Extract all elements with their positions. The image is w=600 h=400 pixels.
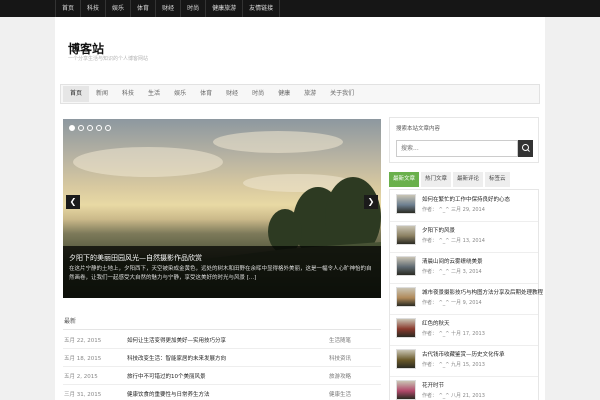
post-thumbnail[interactable] [396,287,416,307]
sidebar-post-item: 清晨山间的云雾缭绕美景 作者： ^_^ 二月 3, 2014 [390,252,538,284]
post-thumbnail[interactable] [396,225,416,245]
sidebar-post-title[interactable]: 清晨山间的云雾缭绕美景 [422,257,483,265]
page-wrapper: 博客站 一个分享生活与知识的个人博客网站 首页 新闻 科技 生活 娱乐 体育 财经 时尚 健康旅… [55,17,545,400]
sidebar-post-meta: 作者： ^_^ 三月 29, 2014 [422,207,485,213]
search-widget: 搜索本站文章内容 [389,117,539,163]
latest-heading: 最新 [64,318,77,325]
sidebar-post-list: 如何在繁忙的工作中保持良好的心态 作者： ^_^ 三月 29, 2014 夕阳下的风… [389,189,543,400]
sidebar-tab[interactable]: 最新评论 [453,172,484,187]
slider-prev-button[interactable]: ❮ [66,195,80,209]
post-row: 五月 18, 2015 科技改变生活：智能家居的未来发展方向 科技资讯 [63,348,381,367]
menu-item[interactable]: 新闻 [89,86,115,102]
post-thumbnail[interactable] [396,380,416,400]
slider-dot[interactable] [96,125,102,131]
top-nav-item[interactable]: 娱乐 [106,0,132,17]
menu-item[interactable]: 财经 [219,86,245,102]
sidebar-post-item: 古代钱币收藏鉴赏—历史文化传承 作者： ^_^ 九月 15, 2013 [390,345,538,377]
post-thumbnail[interactable] [396,194,416,214]
slide-caption-text: 在这片宁静的土地上，夕阳西下，天空被染成金黄色，远处的树木和田野在余晖中显得格外… [69,266,372,281]
search-widget-title: 搜索本站文章内容 [396,126,441,132]
menu-item[interactable]: 娱乐 [167,86,193,102]
sidebar-post-title[interactable]: 城市夜景摄影技巧与构图方法分享及后期处理教程 [422,288,543,296]
slider-dot[interactable] [69,125,75,131]
menu-item[interactable]: 体育 [193,86,219,102]
menu-item[interactable]: 时尚 [245,86,271,102]
post-title-link[interactable]: 如何让生活变得更加美好—实用技巧分享 [127,336,226,344]
post-thumbnail[interactable] [396,349,416,369]
top-nav-item[interactable]: 首页 [55,0,82,17]
top-nav-item[interactable]: 时尚 [181,0,207,17]
search-input[interactable] [396,140,518,157]
sidebar-post-item: 城市夜景摄影技巧与构图方法分享及后期处理教程 作者： ^_^ 一月 9, 2014 [390,283,543,315]
slide-caption: 夕阳下的美丽田园风光—自然摄影作品欣赏 在这片宁静的土地上，夕阳西下，天空被染成… [63,246,381,298]
featured-slider[interactable]: ❮ ❯ 夕阳下的美丽田园风光—自然摄影作品欣赏 在这片宁静的土地上，夕阳西下，天… [63,119,381,298]
sidebar-post-item: 红色的秋天作者： ^_^ 十月 17, 2013 [390,314,538,346]
search-icon-handle [527,149,530,152]
sidebar-post-item: 夕阳下的风景作者： ^_^ 二月 13, 2014 [390,221,538,253]
top-nav-item[interactable]: 财经 [156,0,182,17]
post-category-link[interactable]: 科技资讯 [329,354,351,362]
sidebar-tab[interactable]: 最新文章 [389,172,420,187]
menu-item[interactable]: 生活 [141,86,167,102]
sidebar-post-title[interactable]: 如何在繁忙的工作中保持良好的心态 [422,195,510,203]
post-category-link[interactable]: 生活随笔 [329,336,351,344]
slider-dots [69,125,111,131]
site-description: 一个分享生活与知识的个人博客网站 [68,56,149,62]
sidebar-post-title[interactable]: 夕阳下的风景 [422,226,455,234]
slider-dot[interactable] [78,125,84,131]
post-date: 三月 31, 2015 [64,392,102,398]
menu-item[interactable]: 旅游 [297,86,323,102]
sidebar-tabs: 最新文章 热门文章 最新评论 标签云 [389,172,510,187]
slide-cloud [73,147,223,177]
post-title-link[interactable]: 旅行中不可错过的10个美丽风景 [127,372,206,380]
sidebar-post-title[interactable]: 红色的秋天 [422,319,450,327]
post-date: 五月 22, 2015 [64,338,102,344]
sidebar-post-title[interactable]: 古代钱币收藏鉴赏—历史文化传承 [422,350,505,358]
sidebar-post-title[interactable]: 花开时节 [422,381,444,389]
menu-item[interactable]: 科技 [115,86,141,102]
menu-item[interactable]: 首页 [63,86,90,102]
post-date: 五月 18, 2015 [64,356,102,362]
post-category-link[interactable]: 健康生活 [329,390,351,398]
slider-next-button[interactable]: ❯ [364,195,378,209]
main-menu: 首页 新闻 科技 生活 娱乐 体育 财经 时尚 健康 旅游 关于我们 [60,84,540,104]
top-nav-item[interactable]: 友情链接 [243,0,281,17]
sidebar-post-meta: 作者： ^_^ 二月 13, 2014 [422,238,485,244]
sidebar-post-meta: 作者： ^_^ 十月 17, 2013 [422,331,485,337]
post-row: 五月 22, 2015 如何让生活变得更加美好—实用技巧分享 生活随笔 [63,330,381,349]
post-category-link[interactable]: 旅游攻略 [329,372,351,380]
post-thumbnail[interactable] [396,318,416,338]
post-thumbnail[interactable] [396,256,416,276]
sidebar-tab[interactable]: 标签云 [485,172,510,187]
sidebar-post-meta: 作者： ^_^ 八月 21, 2013 [422,393,485,399]
top-bar: 首页 科技 娱乐 体育 财经 时尚 健康旅游 友情链接 [0,0,600,17]
post-row: 五月 2, 2015 旅行中不可错过的10个美丽风景 旅游攻略 [63,366,381,385]
sidebar-post-meta: 作者： ^_^ 一月 9, 2014 [422,300,482,306]
post-row: 三月 31, 2015 健康饮食的重要性与日常养生方法 健康生活 [63,384,381,400]
top-nav-item[interactable]: 体育 [131,0,157,17]
sidebar-tab[interactable]: 热门文章 [421,172,452,187]
slide-cloud [213,131,343,153]
slider-dot[interactable] [105,125,111,131]
menu-item[interactable]: 健康 [271,86,297,102]
post-date: 五月 2, 2015 [64,374,98,380]
post-title-link[interactable]: 科技改变生活：智能家居的未来发展方向 [127,354,226,362]
slide-caption-title[interactable]: 夕阳下的美丽田园风光—自然摄影作品欣赏 [69,253,202,263]
menu-item[interactable]: 关于我们 [323,86,361,102]
sidebar-post-meta: 作者： ^_^ 九月 15, 2013 [422,362,485,368]
top-nav-item[interactable]: 健康旅游 [206,0,244,17]
sidebar-post-item: 如何在繁忙的工作中保持良好的心态 作者： ^_^ 三月 29, 2014 [390,190,538,222]
slider-dot[interactable] [87,125,93,131]
top-nav: 首页 科技 娱乐 体育 财经 时尚 健康旅游 友情链接 [0,0,600,17]
post-title-link[interactable]: 健康饮食的重要性与日常养生方法 [127,390,210,398]
sidebar-post-item: 花开时节作者： ^_^ 八月 21, 2013 [390,376,538,400]
sidebar-post-meta: 作者： ^_^ 二月 3, 2014 [422,269,482,275]
search-button[interactable] [518,140,533,157]
top-nav-item[interactable]: 科技 [81,0,107,17]
